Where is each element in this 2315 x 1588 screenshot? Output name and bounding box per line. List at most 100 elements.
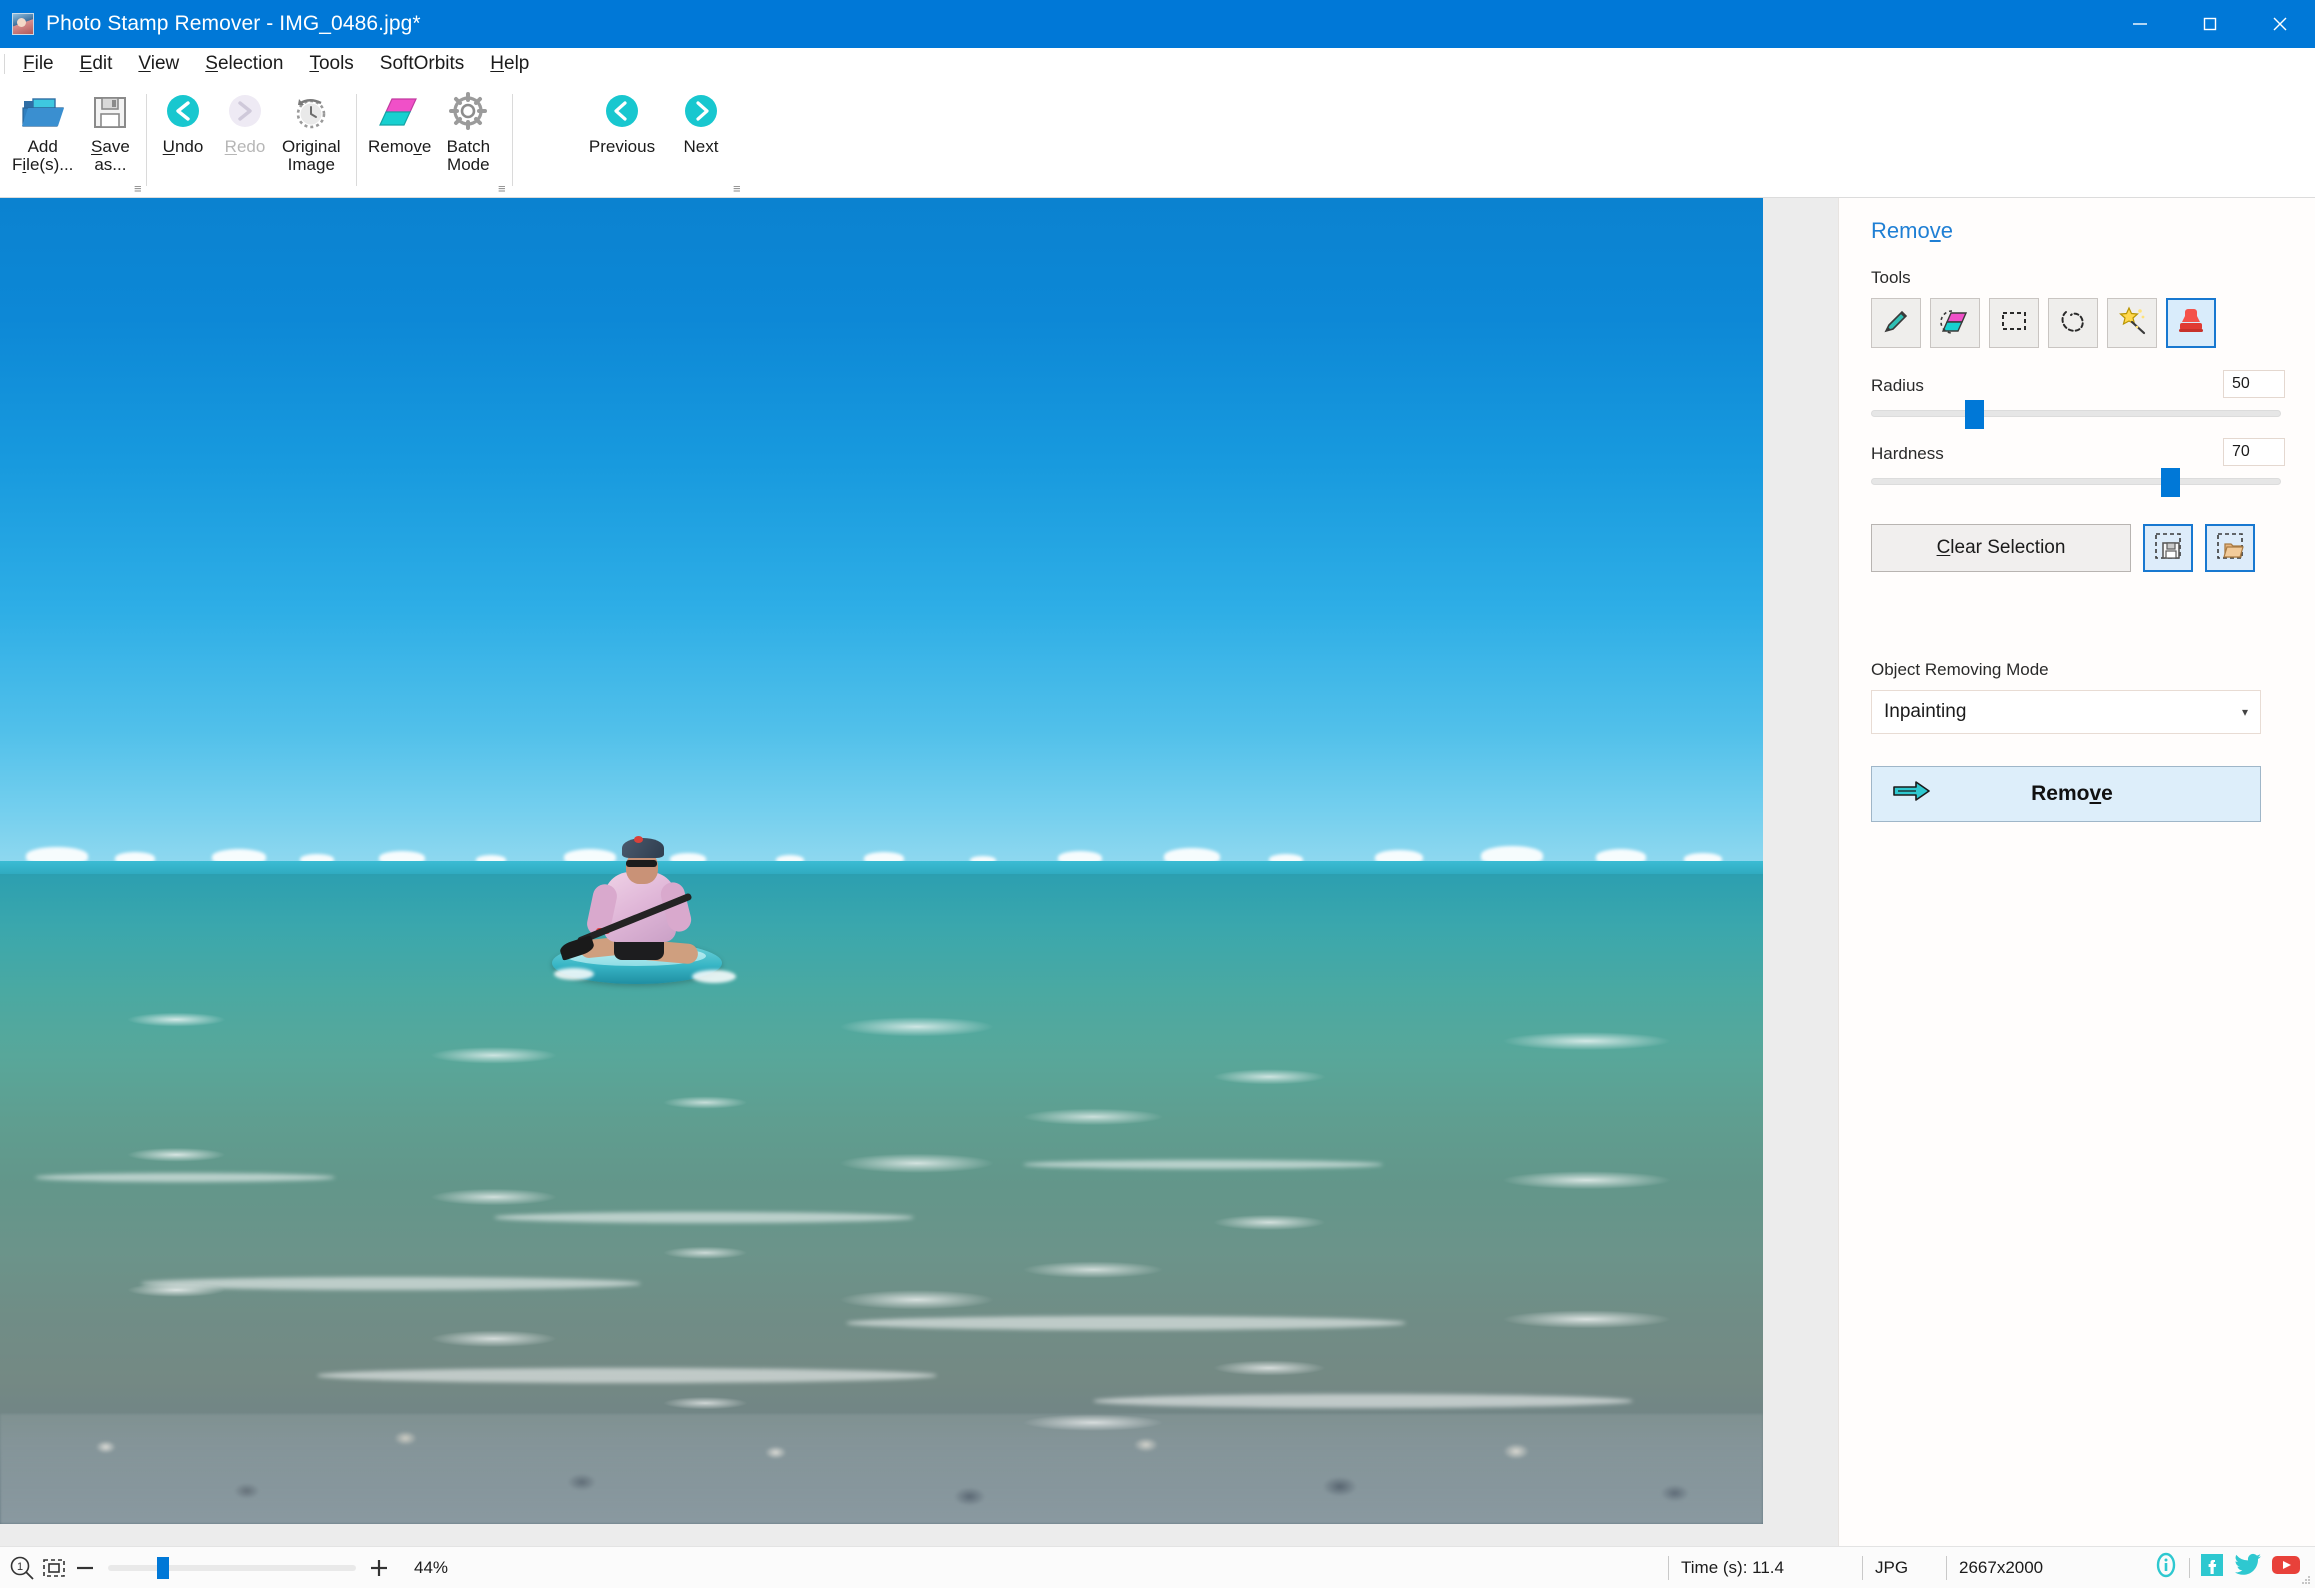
image-canvas-area[interactable] <box>0 198 1838 1546</box>
open-folder-icon <box>20 88 66 136</box>
social-links <box>2152 1551 2301 1584</box>
add-files-button[interactable]: Add File(s)... <box>6 80 79 175</box>
hardness-label: Hardness <box>1871 444 1944 463</box>
social-separator <box>2189 1557 2190 1578</box>
save-as-button[interactable]: Save as... <box>79 80 141 175</box>
eraser-tool[interactable] <box>1930 298 1980 348</box>
facebook-icon[interactable] <box>2199 1552 2225 1583</box>
fit-to-screen-icon[interactable] <box>40 1554 68 1582</box>
batch-mode-label: Batch Mode <box>446 137 491 175</box>
save-selection-button[interactable] <box>2143 524 2193 572</box>
previous-label: Previous <box>588 137 656 156</box>
minimize-button[interactable] <box>2105 0 2175 48</box>
magic-wand-icon <box>2116 305 2148 342</box>
eraser-icon <box>1939 305 1971 342</box>
stamp-tool[interactable] <box>2166 298 2216 348</box>
menu-help[interactable]: Help <box>477 50 542 78</box>
toolbar-group-history: Undo Redo Original Image <box>152 80 347 198</box>
radius-label: Radius <box>1871 376 1924 395</box>
remove-panel: Remove Tools Radius 50 Hardness 70 C lea… <box>1838 198 2315 1546</box>
object-removing-mode-value: Inpainting <box>1884 701 1967 722</box>
radius-slider[interactable] <box>1871 400 2281 429</box>
resize-grip[interactable] <box>2301 1575 2311 1585</box>
zoom-out-button[interactable] <box>68 1551 102 1585</box>
undo-arrow-icon <box>161 88 205 136</box>
remove-toolbar-button[interactable]: Remove <box>362 80 437 156</box>
previous-button[interactable]: Previous <box>578 80 666 156</box>
overflow-chevron-icon-2[interactable]: ≡ <box>498 182 506 195</box>
batch-mode-button[interactable]: Batch Mode <box>437 80 499 175</box>
object-removing-mode-select[interactable]: Inpainting ▾ <box>1871 690 2261 734</box>
marker-pen-icon <box>1880 305 1912 342</box>
menu-selection[interactable]: Selection <box>192 50 296 78</box>
hardness-value-input[interactable]: 70 <box>2223 438 2285 466</box>
zoom-percent-label: 44% <box>414 1557 449 1577</box>
toolbar-separator-2 <box>356 94 357 186</box>
lasso-tool[interactable] <box>2048 298 2098 348</box>
add-files-label: Add File(s)... <box>12 137 74 175</box>
next-label: Next <box>683 137 719 156</box>
toolbar: Add File(s)... Save as... ≡ Undo Redo Or… <box>0 80 2315 198</box>
photo-image[interactable] <box>0 198 1763 1524</box>
marker-tool[interactable] <box>1871 298 1921 348</box>
chevron-down-icon: ▾ <box>2241 705 2248 719</box>
overflow-chevron-icon[interactable]: ≡ <box>134 182 142 195</box>
zoom-slider[interactable] <box>108 1556 356 1579</box>
dimensions-status: 2667x2000 <box>1946 1555 2043 1580</box>
overflow-chevron-icon-3[interactable]: ≡ <box>733 182 741 195</box>
menu-tools[interactable]: Tools <box>296 50 366 78</box>
format-status: JPG <box>1862 1555 1908 1580</box>
redo-arrow-icon <box>223 88 267 136</box>
hardness-slider[interactable] <box>1871 468 2281 497</box>
radius-value-input[interactable]: 50 <box>2223 370 2285 398</box>
clock-revert-icon <box>289 88 333 136</box>
menu-view[interactable]: View <box>125 50 192 78</box>
stamp-icon <box>2175 305 2207 342</box>
twitter-icon[interactable] <box>2234 1552 2262 1583</box>
maximize-button[interactable] <box>2175 0 2245 48</box>
save-as-label: Save as... <box>91 137 130 175</box>
app-icon <box>12 13 34 35</box>
radius-slider-thumb[interactable] <box>1965 400 1984 429</box>
youtube-icon[interactable] <box>2271 1553 2301 1582</box>
info-icon[interactable] <box>2152 1551 2180 1584</box>
toolbar-separator <box>146 94 147 186</box>
load-selection-button[interactable] <box>2205 524 2255 572</box>
zoom-slider-thumb[interactable] <box>156 1556 169 1579</box>
menu-edit[interactable]: Edit <box>67 50 126 78</box>
menu-softorbits[interactable]: SoftOrbits <box>367 50 477 78</box>
remove-button-label: Remove <box>2031 782 2113 805</box>
toolbar-group-file: Add File(s)... Save as... ≡ <box>6 80 142 198</box>
redo-button: Redo <box>214 80 276 156</box>
rectangle-select-tool[interactable] <box>1989 298 2039 348</box>
window-controls <box>2105 0 2315 48</box>
zoom-actual-size-icon[interactable]: 1 <box>8 1554 36 1582</box>
cap-logo <box>634 836 643 843</box>
tools-row <box>1871 298 2216 348</box>
next-button[interactable]: Next <box>666 80 736 156</box>
hardness-slider-thumb[interactable] <box>2160 468 2180 497</box>
clear-selection-button[interactable]: Clear Selection <box>1871 524 2131 572</box>
window-title: Photo Stamp Remover - IMG_0486.jpg* <box>46 12 421 35</box>
original-image-button[interactable]: Original Image <box>276 80 347 175</box>
foam-band-1 <box>0 991 1763 1135</box>
remove-button[interactable]: Remove <box>1871 766 2261 822</box>
sky-region <box>0 198 1763 864</box>
pebble-bed <box>0 1413 1763 1524</box>
toolbar-group-actions: Remove Batch Mode ≡ <box>362 80 506 198</box>
zoom-in-button[interactable] <box>362 1551 396 1585</box>
previous-circle-icon <box>600 88 644 136</box>
magic-wand-tool[interactable] <box>2107 298 2157 348</box>
menu-file[interactable]: File <box>10 50 67 78</box>
tools-section-label: Tools <box>1871 268 1911 287</box>
panel-title: Remove <box>1871 218 1953 243</box>
lasso-icon <box>2057 305 2089 342</box>
cloud-band <box>0 804 1763 864</box>
time-status: Time (s): 11.4 <box>1668 1555 1784 1580</box>
gear-icon <box>446 88 490 136</box>
undo-button[interactable]: Undo <box>152 80 214 156</box>
close-button[interactable] <box>2245 0 2315 48</box>
svg-text:1: 1 <box>17 1561 23 1573</box>
menu-bar: File Edit View Selection Tools SoftOrbit… <box>0 48 2315 80</box>
remove-shapes-icon <box>378 88 422 136</box>
